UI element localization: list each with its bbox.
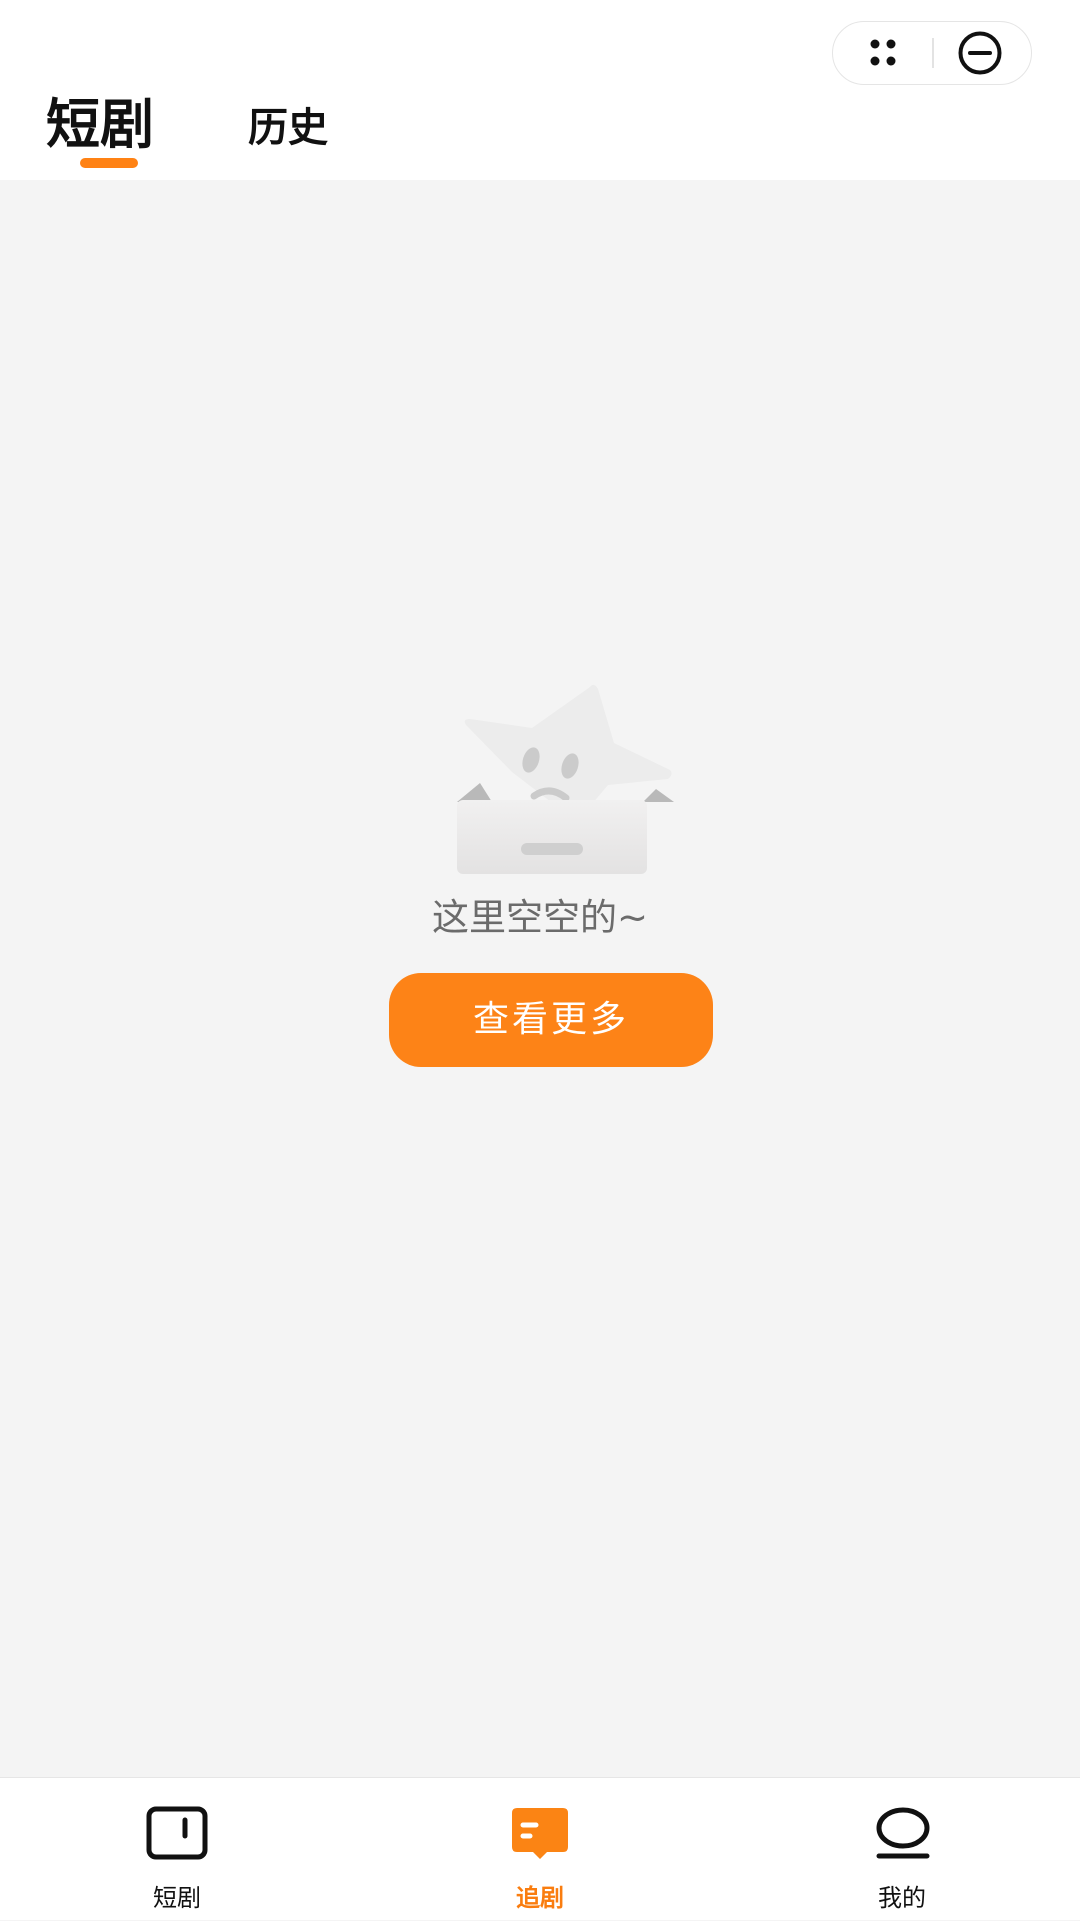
book-icon (512, 1808, 568, 1859)
tabbar-item-mine[interactable]: 我的 (802, 1778, 1002, 1921)
close-button[interactable] (934, 22, 1031, 83)
tabbar-item-shortdrama[interactable]: 短剧 (77, 1778, 277, 1921)
tabbar-label-mine: 我的 (878, 1884, 926, 1912)
bottom-tab-bar: 短剧 追剧 我的 (0, 1777, 1080, 1920)
tabbar-item-following[interactable]: 追剧 (440, 1778, 640, 1921)
tabbar-label-shortdrama: 短剧 (153, 1884, 201, 1912)
minus-circle-icon (958, 31, 1002, 75)
active-tab-indicator (80, 158, 138, 168)
mini-program-capsule (832, 21, 1032, 85)
profile-icon (876, 1807, 930, 1859)
tv-screen-icon (146, 1806, 208, 1860)
tab-shortdrama[interactable]: 短剧 (46, 98, 154, 152)
more-button[interactable] (833, 22, 933, 83)
empty-box-illustration (452, 682, 678, 874)
more-dots-icon (870, 39, 896, 66)
view-more-button[interactable]: 查看更多 (389, 973, 713, 1067)
tab-history[interactable]: 历史 (248, 108, 328, 148)
empty-message: 这里空空的~ (431, 896, 648, 939)
tabbar-label-following: 追剧 (516, 1884, 564, 1912)
header: 短剧 历史 (0, 0, 1080, 180)
